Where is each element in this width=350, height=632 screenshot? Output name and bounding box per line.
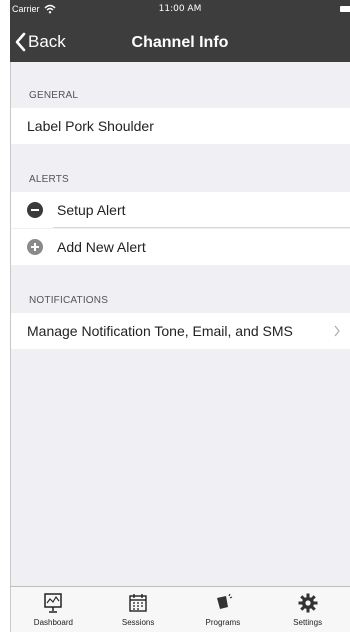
page-title: Channel Info	[131, 34, 229, 51]
tab-programs-label: Programs	[205, 618, 241, 627]
add-circle-icon[interactable]	[27, 239, 43, 255]
settings-list: GENERAL Label Pork Shoulder ALERTS Setup…	[10, 62, 350, 586]
row-separator	[53, 227, 350, 228]
label-text: Label Pork Shoulder	[27, 118, 154, 134]
tab-settings[interactable]: Settings	[265, 587, 350, 632]
section-header-notifications: NOTIFICATIONS	[29, 295, 109, 306]
add-new-alert-label: Add New Alert	[57, 239, 146, 255]
manage-notifications-label: Manage Notification Tone, Email, and SMS	[27, 323, 293, 339]
tab-programs[interactable]: Programs	[181, 587, 266, 632]
tab-sessions-label: Sessions	[121, 618, 155, 627]
section-header-alerts: ALERTS	[29, 174, 69, 185]
tab-dashboard-label: Dashboard	[33, 618, 73, 627]
phone-screen: Carrier 11:00 AM Back Channel Info GENER…	[0, 0, 350, 632]
tab-settings-label: Settings	[293, 618, 323, 627]
battery-icon	[340, 6, 350, 12]
chevron-right-icon	[334, 325, 340, 337]
tab-sessions[interactable]: Sessions	[96, 587, 181, 632]
status-time: 11:00 AM	[158, 4, 202, 14]
navigation-bar: Carrier 11:00 AM Back Channel Info	[10, 0, 350, 62]
programs-icon	[216, 593, 233, 609]
manage-notifications-row[interactable]: Manage Notification Tone, Email, and SMS	[11, 313, 350, 349]
section-header-general: GENERAL	[29, 90, 79, 101]
tab-bar: Dashboard Sessions Programs Settings	[10, 586, 350, 632]
dashboard-icon	[44, 593, 63, 613]
remove-circle-icon[interactable]	[27, 202, 43, 218]
status-bar: Carrier 11:00 AM	[10, 0, 350, 20]
tab-dashboard[interactable]: Dashboard	[11, 587, 96, 632]
add-new-alert-row[interactable]: Add New Alert	[11, 229, 350, 265]
gear-icon	[298, 593, 318, 613]
setup-alert-row[interactable]: Setup Alert	[11, 192, 350, 228]
label-row[interactable]: Label Pork Shoulder	[11, 108, 350, 144]
setup-alert-label: Setup Alert	[57, 202, 126, 218]
calendar-icon	[129, 594, 147, 612]
